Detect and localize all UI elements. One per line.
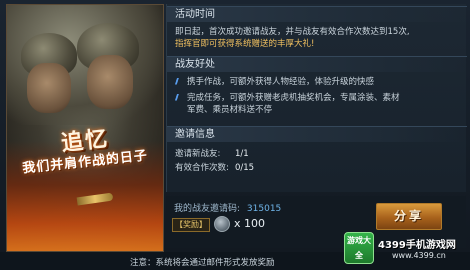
watermark-title: 4399手机游戏网 [378,240,456,251]
benefit-item: // 携手作战，可额外获得人物经验，体验升级的快感 [175,76,465,88]
event-banner: 追忆 我们并肩作战的日子 [6,4,164,252]
benefits-heading: 战友好处 [167,56,467,72]
double-chevron-icon: // [175,93,179,102]
invite-code-line: 我的战友邀请码: 315015 [174,201,281,214]
reward-count: x 100 [234,217,266,230]
benefit-text: 携手作战，可额外获得人物经验，体验升级的快感 [187,77,375,87]
soldier-face-left [27,63,71,113]
invite-new-friends-value: 1/1 [235,149,249,159]
benefit-text: 军费、乘员材料送不停 [187,105,273,115]
invite-code-value[interactable]: 315015 [247,204,281,214]
coop-count-label: 有效合作次数: [175,163,229,173]
coop-count-value: 0/15 [235,163,255,173]
invite-code-label: 我的战友邀请码: [174,204,241,214]
activity-time-text: 即日起，首次成功邀请战友，并与战友有效合作次数达到15次, 指挥官即可获得系统赠… [175,26,465,50]
coop-count-row: 有效合作次数: 0/15 [175,162,375,174]
activity-time-line2: 指挥官即可获得系统赠送的丰厚大礼! [175,39,315,49]
activity-time-line1: 即日起，首次成功邀请战友，并与战友有效合作次数达到15次, [175,27,410,37]
invite-new-friends-row: 邀请新战友: 1/1 [175,148,375,160]
activity-time-heading: 活动时间 [167,6,467,22]
share-button[interactable]: 分享 [376,203,442,230]
info-panel: 活动时间 即日起，首次成功邀请战友，并与战友有效合作次数达到15次, 指挥官即可… [166,4,467,192]
benefit-text: 完成任务，可额外获赠老虎机抽奖机会，专属涂装、素材 [187,93,400,103]
watermark-logo: 游戏大全 [344,232,374,264]
invite-new-friends-label: 邀请新战友: [175,149,221,159]
benefit-item: // 完成任务，可额外获赠老虎机抽奖机会，专属涂装、素材 [175,92,465,104]
coin-icon [214,216,230,232]
footer-note: 注意：系统将会通过邮件形式发放奖励 [130,258,275,268]
invite-info-heading: 邀请信息 [167,126,467,142]
double-chevron-icon: // [175,77,179,86]
reward-tag: 【奖励】 [172,218,210,232]
watermark-url: www.4399.cn [392,251,446,260]
benefit-item: 军费、乘员材料送不停 [175,104,465,116]
soldier-face-right [87,55,133,109]
